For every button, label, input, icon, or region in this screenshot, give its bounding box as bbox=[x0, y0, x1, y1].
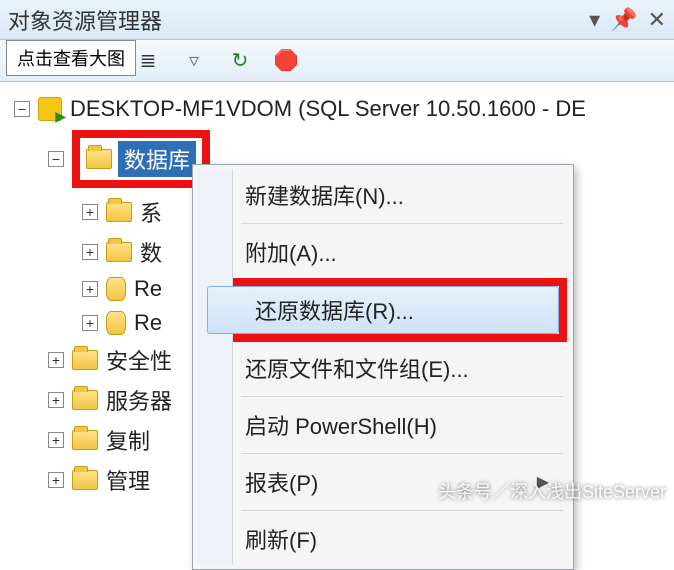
database-icon bbox=[106, 277, 126, 301]
ctx-refresh[interactable]: 刷新(F) bbox=[197, 515, 569, 563]
stop-button[interactable]: 🛑 bbox=[270, 47, 302, 75]
tree-top-label: 管理 bbox=[106, 464, 150, 496]
database-icon bbox=[106, 311, 126, 335]
context-menu: 新建数据库(N)... 附加(A)... 还原数据库(R)... 还原文件和文件… bbox=[192, 164, 574, 570]
panel-titlebar: 对象资源管理器 ▾ 📌 ✕ bbox=[0, 0, 674, 40]
folder-icon bbox=[106, 202, 132, 222]
tree-child-label: Re bbox=[134, 276, 162, 302]
ctx-start-powershell[interactable]: 启动 PowerShell(H) bbox=[197, 401, 569, 449]
folder-icon bbox=[72, 470, 98, 490]
markers-icon: ≣ bbox=[136, 49, 160, 73]
tree-child-label: Re bbox=[134, 310, 162, 336]
refresh-icon: ↻ bbox=[228, 49, 252, 73]
pin-icon[interactable]: 📌 bbox=[610, 7, 637, 33]
panel-title: 对象资源管理器 bbox=[8, 4, 589, 36]
expand-icon[interactable]: + bbox=[48, 432, 64, 448]
ctx-item-label: 新建数据库(N)... bbox=[245, 179, 404, 211]
tree-child-label: 数 bbox=[140, 236, 162, 268]
ctx-separator bbox=[241, 223, 563, 224]
expand-icon[interactable]: + bbox=[48, 352, 64, 368]
ctx-attach[interactable]: 附加(A)... bbox=[197, 228, 569, 276]
collapse-icon[interactable]: − bbox=[48, 151, 64, 167]
expand-icon[interactable]: + bbox=[82, 204, 98, 220]
folder-icon bbox=[72, 430, 98, 450]
funnel-icon: ▿ bbox=[182, 49, 206, 73]
stop-icon: 🛑 bbox=[274, 49, 298, 73]
ctx-item-label: 报表(P) bbox=[245, 466, 318, 498]
ctx-reports[interactable]: 报表(P) ▶ bbox=[197, 458, 569, 506]
chevron-right-icon: ▶ bbox=[537, 472, 549, 492]
folder-icon bbox=[86, 149, 112, 169]
expand-icon[interactable]: + bbox=[48, 472, 64, 488]
expand-icon[interactable]: + bbox=[82, 281, 98, 297]
folder-icon bbox=[72, 350, 98, 370]
refresh-button[interactable]: ↻ bbox=[224, 47, 256, 75]
ctx-separator bbox=[241, 396, 563, 397]
server-icon bbox=[38, 97, 62, 121]
tree-server-node[interactable]: − DESKTOP-MF1VDOM (SQL Server 10.50.1600… bbox=[14, 92, 670, 126]
databases-label: 数据库 bbox=[118, 141, 196, 177]
collapse-icon[interactable]: − bbox=[14, 101, 30, 117]
ctx-item-label: 还原文件和文件组(E)... bbox=[245, 352, 469, 384]
ctx-item-label: 附加(A)... bbox=[245, 236, 337, 268]
close-icon[interactable]: ✕ bbox=[648, 7, 666, 33]
ctx-separator bbox=[241, 510, 563, 511]
tree-top-label: 服务器 bbox=[106, 384, 172, 416]
ctx-new-database[interactable]: 新建数据库(N)... bbox=[197, 171, 569, 219]
folder-icon bbox=[106, 242, 132, 262]
expand-icon[interactable]: + bbox=[82, 244, 98, 260]
ctx-item-label: 还原数据库(R)... bbox=[255, 294, 414, 326]
tooltip-click-enlarge: 点击查看大图 bbox=[6, 40, 136, 76]
server-label: DESKTOP-MF1VDOM (SQL Server 10.50.1600 -… bbox=[70, 96, 586, 122]
expand-icon[interactable]: + bbox=[82, 315, 98, 331]
filter-button[interactable]: ≣ bbox=[132, 47, 164, 75]
ctx-item-label: 启动 PowerShell(H) bbox=[245, 409, 437, 441]
ctx-separator bbox=[241, 453, 563, 454]
ctx-item-label: 刷新(F) bbox=[245, 523, 317, 555]
ctx-restore-database[interactable]: 还原数据库(R)... bbox=[207, 286, 559, 334]
restore-db-highlight-box: 还原数据库(R)... bbox=[199, 278, 567, 342]
tree-child-label: 系 bbox=[140, 196, 162, 228]
dropdown-icon[interactable]: ▾ bbox=[589, 7, 600, 33]
tree-top-label: 复制 bbox=[106, 424, 150, 456]
funnel-button[interactable]: ▿ bbox=[178, 47, 210, 75]
expand-icon[interactable]: + bbox=[48, 392, 64, 408]
folder-icon bbox=[72, 390, 98, 410]
databases-highlight-box: 数据库 bbox=[72, 130, 210, 188]
ctx-restore-files-filegroups[interactable]: 还原文件和文件组(E)... bbox=[197, 344, 569, 392]
tree-top-label: 安全性 bbox=[106, 344, 172, 376]
